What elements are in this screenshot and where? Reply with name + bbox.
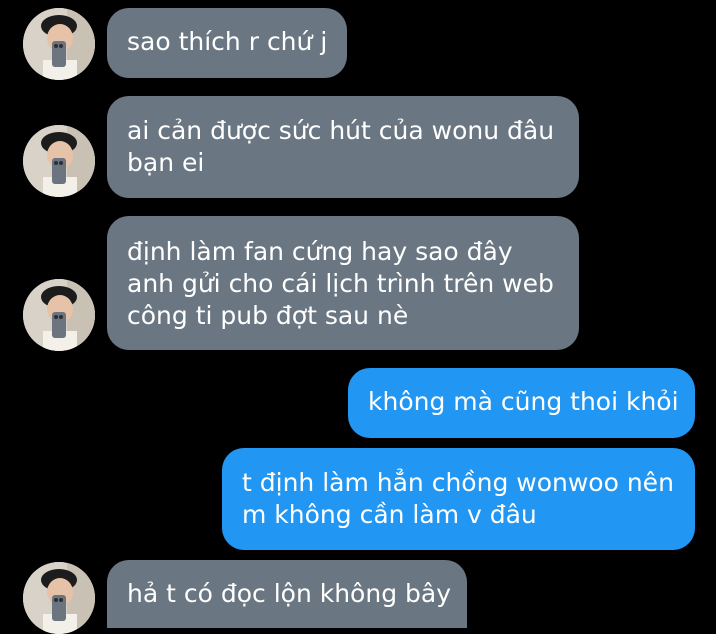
message-bubble-incoming[interactable]: định làm fan cứng hay sao đây anh gửi ch… xyxy=(107,216,579,350)
contact-avatar-icon[interactable] xyxy=(23,279,95,351)
message-text-line: sao thích r chứ j xyxy=(127,27,328,56)
message-text-line: anh gửi cho cái lịch trình trên web xyxy=(127,269,554,298)
message-text-line: m không cần làm v đâu xyxy=(242,500,537,529)
message-text-line: bạn ei xyxy=(127,148,205,177)
message-bubble-incoming[interactable]: sao thích r chứ j xyxy=(107,8,347,78)
message-text-line: t định làm hẳn chồng wonwoo nên xyxy=(242,468,674,497)
message-bubble-outgoing[interactable]: không mà cũng thoi khỏi xyxy=(348,368,695,438)
message-text-line: công ti pub đợt sau nè xyxy=(127,301,409,330)
message-bubble-incoming[interactable]: hả t có đọc lộn không bây xyxy=(107,560,467,628)
message-bubble-incoming[interactable]: ai cản được sức hút của wonu đâu bạn ei xyxy=(107,96,579,198)
message-text-line: không mà cũng thoi khỏi xyxy=(368,387,679,416)
contact-avatar-icon[interactable] xyxy=(23,562,95,634)
message-bubble-outgoing[interactable]: t định làm hẳn chồng wonwoo nên m không … xyxy=(222,448,695,550)
contact-avatar-icon[interactable] xyxy=(23,8,95,80)
contact-avatar-icon[interactable] xyxy=(23,125,95,197)
message-text-line: hả t có đọc lộn không bây xyxy=(127,579,451,608)
message-text-line: ai cản được sức hút của wonu đâu xyxy=(127,116,555,145)
message-text-line: định làm fan cứng hay sao đây xyxy=(127,237,513,266)
